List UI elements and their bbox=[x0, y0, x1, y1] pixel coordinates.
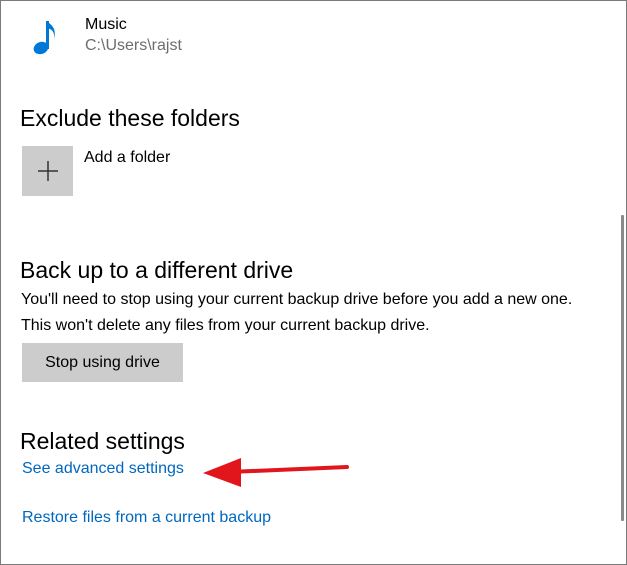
see-advanced-settings-link[interactable]: See advanced settings bbox=[22, 460, 184, 478]
different-drive-description: You'll need to stop using your current b… bbox=[21, 291, 573, 334]
exclude-folders-heading: Exclude these folders bbox=[20, 105, 240, 131]
related-settings-heading: Related settings bbox=[20, 428, 185, 454]
plus-icon bbox=[37, 161, 58, 181]
red-arrow-annotation-icon bbox=[203, 458, 349, 487]
stop-using-drive-button[interactable]: Stop using drive bbox=[22, 343, 183, 382]
folder-name: Music bbox=[85, 16, 127, 33]
add-folder-button[interactable]: Add a folder bbox=[22, 146, 170, 196]
backup-folder-item-music[interactable]: Music C:\Users\rajst bbox=[33, 15, 182, 59]
vertical-scrollbar[interactable] bbox=[621, 215, 624, 521]
music-note-icon bbox=[33, 21, 55, 55]
different-drive-heading: Back up to a different drive bbox=[20, 257, 294, 283]
backup-options-panel: Music C:\Users\rajst Exclude these folde… bbox=[0, 0, 627, 565]
add-folder-tile[interactable] bbox=[22, 146, 73, 196]
folder-path: C:\Users\rajst bbox=[85, 37, 182, 54]
add-folder-label: Add a folder bbox=[84, 149, 171, 166]
restore-files-link[interactable]: Restore files from a current backup bbox=[22, 509, 271, 527]
